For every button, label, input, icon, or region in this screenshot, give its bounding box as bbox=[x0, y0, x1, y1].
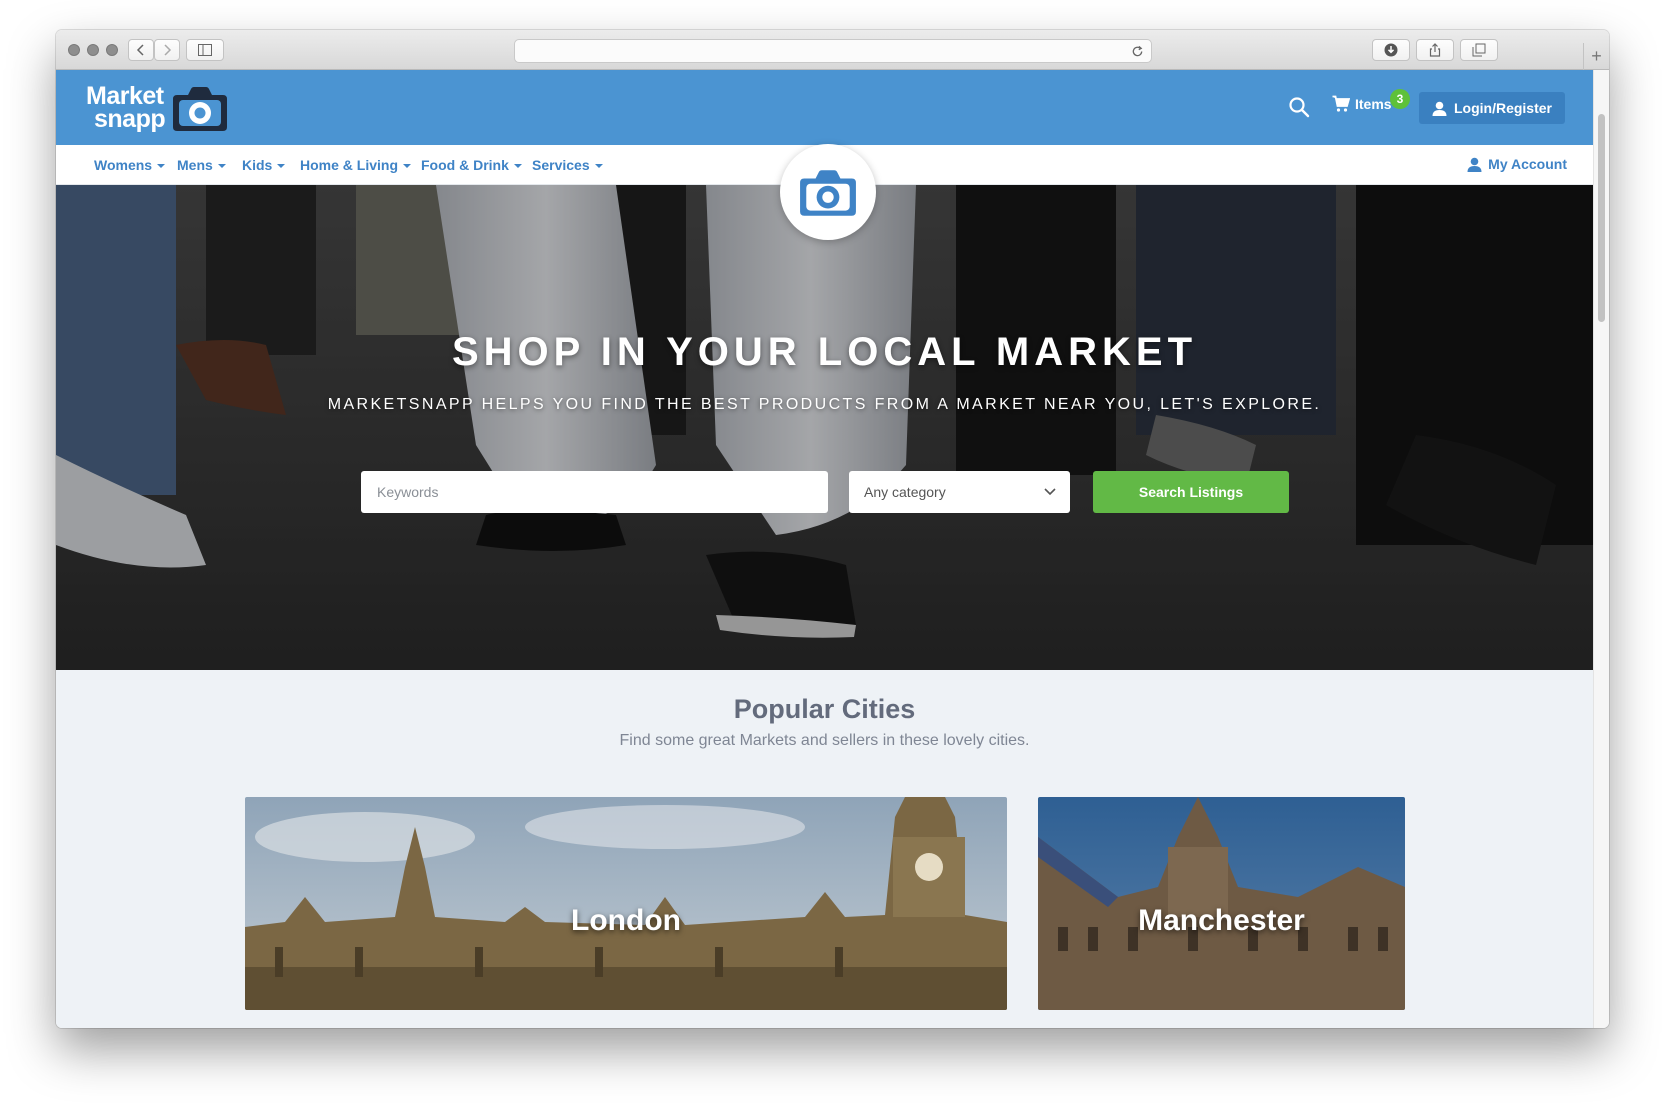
nav-item-mens[interactable]: Mens bbox=[177, 157, 226, 173]
caret-down-icon bbox=[513, 164, 522, 168]
caret-down-icon bbox=[157, 164, 166, 168]
category-select-value: Any category bbox=[864, 484, 946, 500]
site-header: Market snapp Items 3 Login/Register bbox=[56, 70, 1593, 145]
share-button[interactable] bbox=[1416, 39, 1454, 61]
nav-label: Womens bbox=[94, 157, 153, 173]
caret-down-icon bbox=[403, 164, 412, 168]
hero-section: SHOP IN YOUR LOCAL MARKET MARKETSNAPP HE… bbox=[56, 185, 1593, 670]
nav-label: Mens bbox=[177, 157, 213, 173]
chevron-right-icon bbox=[164, 44, 172, 56]
nav-item-home-living[interactable]: Home & Living bbox=[300, 157, 412, 173]
web-page: Market snapp Items 3 Login/Register Wome… bbox=[56, 70, 1593, 1028]
download-icon bbox=[1384, 43, 1398, 57]
city-card-manchester[interactable]: Manchester bbox=[1038, 797, 1405, 1010]
close-window-button[interactable] bbox=[68, 44, 80, 56]
zoom-window-button[interactable] bbox=[106, 44, 118, 56]
search-icon[interactable] bbox=[1288, 96, 1310, 118]
popular-cities-subtitle: Find some great Markets and sellers in t… bbox=[619, 732, 1030, 749]
scrollbar-thumb[interactable] bbox=[1598, 114, 1605, 322]
popular-cities-title: Popular Cities bbox=[733, 694, 916, 724]
camera-logo-icon bbox=[173, 87, 228, 131]
browser-window: + Market snapp Items 3 Login/Register Wo… bbox=[56, 30, 1609, 1028]
new-tab-button[interactable]: + bbox=[1583, 43, 1609, 70]
nav-label: Services bbox=[532, 157, 590, 173]
cart-count-badge: 3 bbox=[1390, 89, 1410, 109]
logo-line2: snapp bbox=[94, 105, 166, 133]
browser-toolbar: + bbox=[56, 30, 1609, 70]
address-bar[interactable] bbox=[514, 39, 1152, 63]
caret-down-icon bbox=[594, 164, 603, 168]
nav-item-food-drink[interactable]: Food & Drink bbox=[421, 157, 522, 173]
cart-link[interactable]: Items 3 bbox=[1332, 89, 1410, 113]
minimize-window-button[interactable] bbox=[87, 44, 99, 56]
login-label: Login/Register bbox=[1453, 100, 1552, 116]
share-icon bbox=[1429, 43, 1441, 57]
hero-overlay bbox=[56, 185, 1593, 670]
nav-item-womens[interactable]: Womens bbox=[94, 157, 166, 173]
city-name-manchester: Manchester bbox=[1138, 904, 1305, 937]
city-name-london: London bbox=[571, 904, 681, 937]
tabs-icon bbox=[1472, 43, 1486, 57]
nav-label: Food & Drink bbox=[421, 157, 509, 173]
site-logo[interactable]: Market snapp bbox=[86, 80, 229, 136]
my-account-link[interactable]: My Account bbox=[1467, 156, 1567, 172]
reload-icon[interactable] bbox=[1131, 45, 1144, 58]
nav-label: Kids bbox=[242, 157, 273, 173]
keywords-input[interactable] bbox=[361, 471, 828, 513]
scrollbar[interactable] bbox=[1593, 70, 1609, 1028]
cart-label: Items bbox=[1355, 96, 1392, 112]
hero-title: SHOP IN YOUR LOCAL MARKET bbox=[451, 330, 1198, 374]
tabs-overview-button[interactable] bbox=[1460, 39, 1498, 61]
plus-icon: + bbox=[1591, 46, 1602, 66]
chevron-down-icon bbox=[1044, 488, 1056, 496]
shopping-cart-icon bbox=[1332, 95, 1350, 112]
nav-item-kids[interactable]: Kids bbox=[242, 157, 286, 173]
nav-item-services[interactable]: Services bbox=[532, 157, 603, 173]
back-button[interactable] bbox=[128, 39, 154, 61]
sidebar-toggle-button[interactable] bbox=[186, 39, 224, 61]
nav-label: Home & Living bbox=[300, 157, 399, 173]
my-account-label: My Account bbox=[1488, 156, 1567, 172]
camera-icon bbox=[800, 170, 856, 216]
chevron-left-icon bbox=[136, 44, 144, 56]
caret-down-icon bbox=[277, 164, 286, 168]
category-select[interactable]: Any category bbox=[849, 471, 1070, 513]
city-card-london[interactable]: London bbox=[245, 797, 1007, 1010]
search-listings-button[interactable]: Search Listings bbox=[1093, 471, 1289, 513]
forward-button[interactable] bbox=[154, 39, 180, 61]
logo-wordmark: Market snapp bbox=[86, 84, 166, 133]
camera-badge[interactable] bbox=[780, 144, 876, 240]
downloads-button[interactable] bbox=[1372, 39, 1410, 61]
hero-subtitle: MARKETSNAPP HELPS YOU FIND THE BEST PROD… bbox=[327, 396, 1322, 413]
user-icon bbox=[1467, 157, 1482, 172]
user-icon bbox=[1432, 101, 1447, 116]
caret-down-icon bbox=[217, 164, 226, 168]
sidebar-icon bbox=[198, 44, 212, 56]
login-register-button[interactable]: Login/Register bbox=[1419, 92, 1565, 124]
